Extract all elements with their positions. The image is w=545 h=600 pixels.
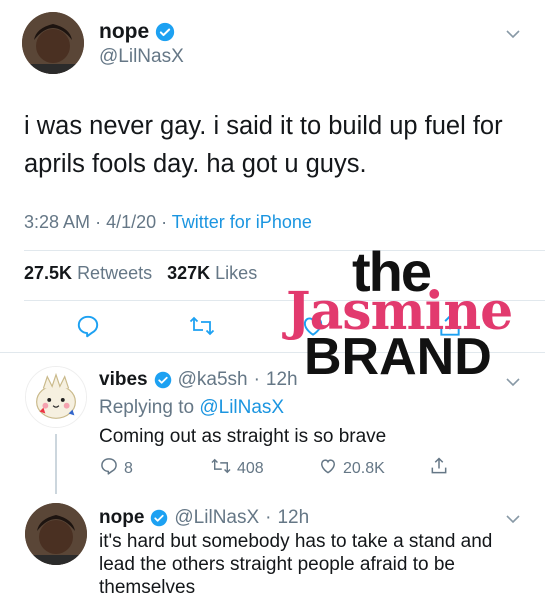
share-icon	[437, 314, 463, 343]
tweet-time[interactable]: 3:28 AM	[24, 212, 90, 232]
likes-stat[interactable]: 327K Likes	[167, 263, 257, 283]
reply-count: 8	[124, 459, 133, 477]
thread-line	[55, 434, 57, 494]
watermark-line1: the	[352, 240, 432, 303]
display-name[interactable]: nope	[99, 507, 144, 529]
display-name: nope	[99, 20, 150, 43]
meta-separator: ·	[95, 212, 107, 232]
share-button[interactable]	[437, 313, 463, 344]
retweet-count: 408	[237, 459, 264, 477]
share-icon	[429, 456, 449, 481]
main-tweet-avatar[interactable]	[22, 12, 84, 74]
likes-label: Likes	[215, 263, 258, 283]
reply-text: Coming out as straight is so brave	[99, 426, 387, 447]
heart-icon	[300, 317, 326, 343]
reply-age[interactable]: 12h	[266, 369, 298, 391]
chevron-down-icon[interactable]	[503, 24, 523, 44]
reply-text: it's hard but somebody has to take a sta…	[99, 531, 493, 598]
watermark-line3: BRAND	[304, 328, 492, 386]
reply-avatar[interactable]	[25, 366, 87, 428]
tweet-stats: 27.5K Retweets 327K Likes	[24, 263, 257, 284]
handle[interactable]: @LilNasX	[174, 507, 259, 529]
like-button[interactable]	[300, 313, 326, 344]
retweets-label: Retweets	[77, 263, 153, 283]
divider	[24, 300, 545, 301]
verified-badge-icon	[155, 22, 175, 42]
like-button[interactable]: 20.8K	[318, 456, 385, 481]
chevron-down-icon[interactable]	[503, 372, 523, 392]
divider	[0, 352, 545, 353]
tweet-date[interactable]: 4/1/20	[106, 212, 156, 232]
chevron-down-icon[interactable]	[503, 509, 523, 529]
replying-to-mention[interactable]: @LilNasX	[199, 397, 284, 418]
meta-separator: ·	[253, 369, 260, 390]
main-tweet-handle[interactable]: @LilNasX	[99, 46, 184, 68]
verified-badge-icon	[150, 509, 168, 527]
meta-separator: ·	[161, 212, 172, 232]
retweet-button[interactable]: 408	[210, 456, 264, 481]
reply-button[interactable]	[75, 313, 101, 344]
reply-age[interactable]: 12h	[277, 507, 309, 529]
reply-header: nope @LilNasX · 12h	[99, 507, 309, 529]
reply-header: vibes @ka5sh · 12h	[99, 369, 298, 391]
retweet-icon	[188, 316, 216, 343]
tweet-client[interactable]: Twitter for iPhone	[172, 212, 312, 232]
heart-icon	[318, 456, 338, 481]
main-tweet-author-name[interactable]: nope	[99, 20, 175, 44]
display-name[interactable]: vibes	[99, 369, 148, 391]
share-button[interactable]	[429, 456, 449, 481]
replying-to: Replying to @LilNasX	[99, 397, 284, 419]
like-count: 20.8K	[343, 459, 385, 477]
reply-button[interactable]: 8	[99, 456, 133, 481]
reply-avatar[interactable]	[25, 503, 87, 565]
likes-count: 327K	[167, 263, 211, 283]
meta-separator: ·	[265, 507, 272, 528]
handle[interactable]: @ka5sh	[178, 369, 248, 391]
verified-badge-icon	[154, 371, 172, 389]
retweets-stat[interactable]: 27.5K Retweets	[24, 263, 152, 283]
retweets-count: 27.5K	[24, 263, 73, 283]
retweet-icon	[210, 456, 232, 481]
divider	[24, 250, 545, 251]
tweet-meta: 3:28 AM · 4/1/20 · Twitter for iPhone	[24, 212, 312, 233]
main-tweet-text: i was never gay. i said it to build up f…	[24, 112, 503, 178]
reply-icon	[99, 456, 119, 481]
reply-icon	[75, 315, 101, 343]
replying-to-label: Replying to	[99, 397, 195, 418]
retweet-button[interactable]	[188, 313, 216, 344]
